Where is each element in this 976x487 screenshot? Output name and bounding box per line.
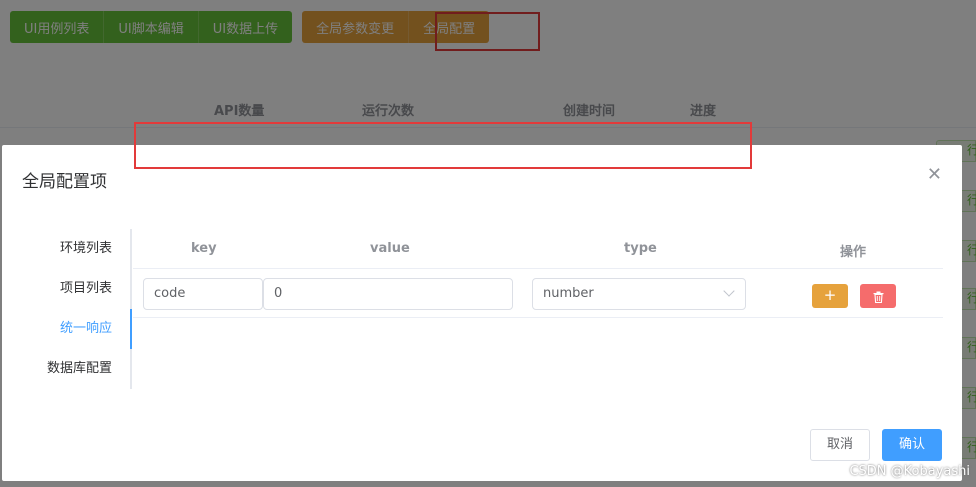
add-row-button[interactable]: +: [812, 284, 848, 308]
type-select-value: number: [543, 286, 594, 301]
tab-project-list[interactable]: 项目列表: [2, 269, 130, 309]
tab-db-config[interactable]: 数据库配置: [2, 349, 130, 389]
header-value: value: [370, 241, 410, 256]
tab-unified-response[interactable]: 统一响应: [2, 309, 132, 349]
close-icon[interactable]: ✕: [927, 166, 942, 184]
tab-env-list[interactable]: 环境列表: [2, 229, 130, 269]
value-input[interactable]: 0: [263, 278, 513, 310]
watermark: CSDN @Kobayashi: [849, 464, 970, 479]
table-row: code 0 number +: [133, 269, 943, 318]
type-select[interactable]: number: [532, 278, 746, 310]
chevron-down-icon: [723, 285, 735, 297]
key-input[interactable]: code: [143, 278, 263, 310]
delete-row-button[interactable]: [860, 284, 896, 308]
highlight-box-config-row: [134, 122, 752, 169]
header-operations: 操作: [840, 245, 867, 260]
confirm-button[interactable]: 确认: [882, 429, 942, 461]
cancel-button[interactable]: 取消: [810, 429, 870, 461]
config-table: key value type 操作 code 0 number +: [133, 229, 943, 318]
header-type: type: [624, 241, 657, 256]
trash-icon: [873, 291, 883, 303]
global-config-dialog: 全局配置项 ✕ 环境列表 项目列表 统一响应 数据库配置 key value t…: [2, 145, 962, 481]
side-tabs: 环境列表 项目列表 统一响应 数据库配置: [2, 229, 132, 389]
config-table-header: key value type 操作: [133, 229, 943, 269]
header-key: key: [191, 241, 217, 256]
dialog-title: 全局配置项: [22, 172, 107, 192]
